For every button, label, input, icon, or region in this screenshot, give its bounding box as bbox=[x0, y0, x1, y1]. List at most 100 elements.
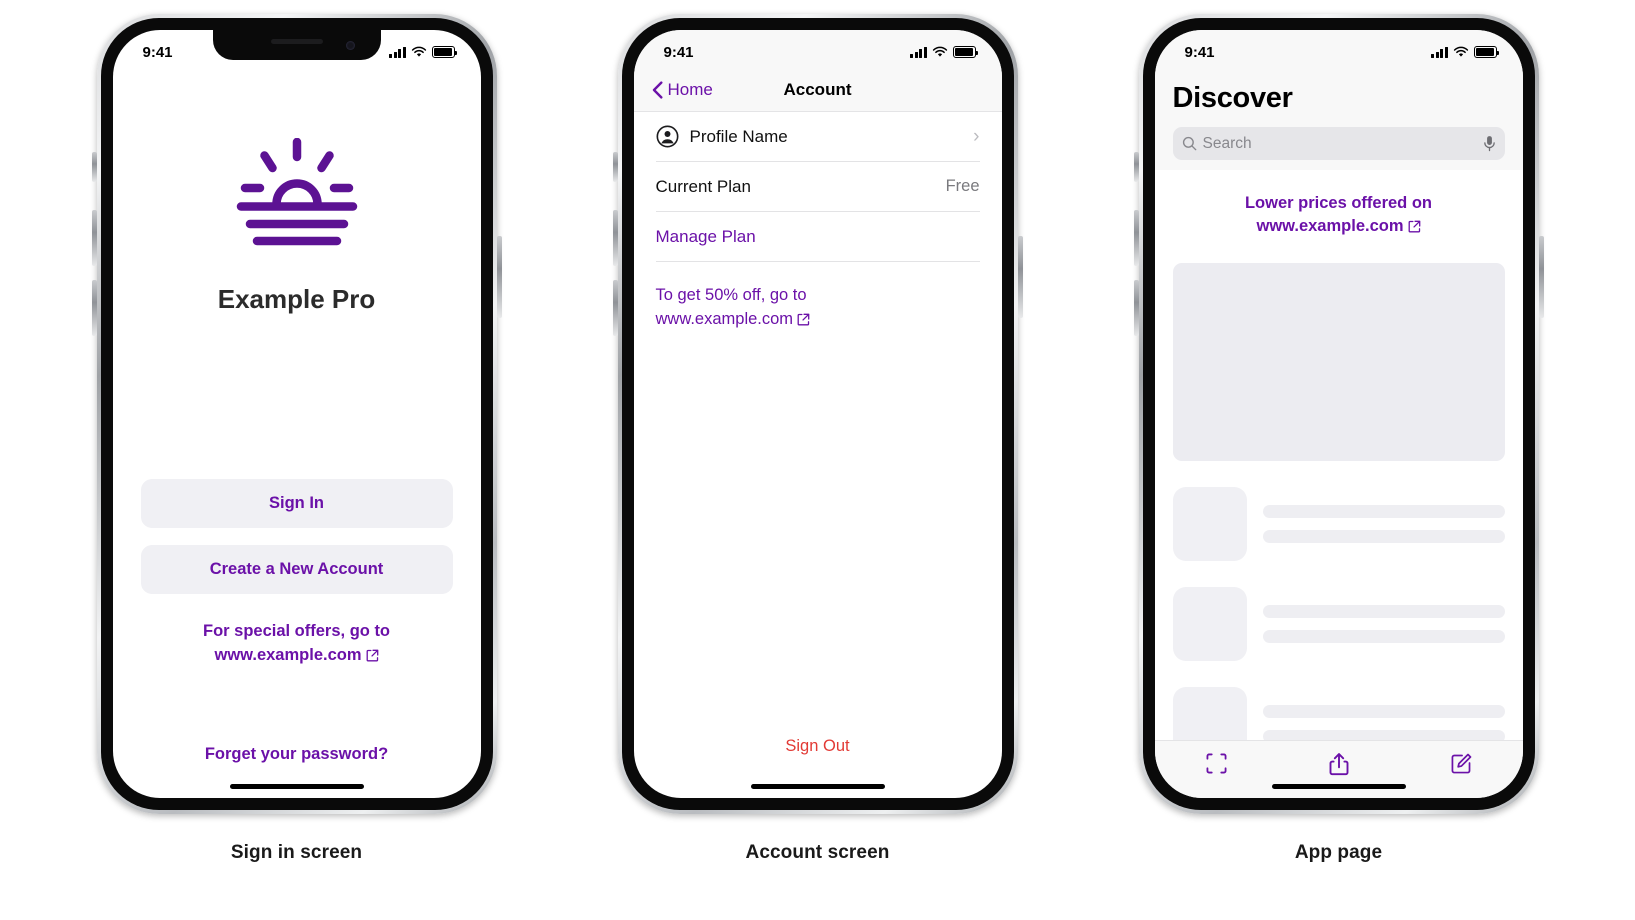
offer-link[interactable]: www.example.com bbox=[214, 646, 361, 664]
text-placeholder-line bbox=[1262, 729, 1505, 740]
thumbnail-placeholder bbox=[1172, 686, 1247, 740]
screen-account: 9:41 Home Account Profile Name › Current… bbox=[633, 30, 1002, 798]
screenshot-root: 9:41 Example Pro Sign In Create a New Ac… bbox=[0, 0, 1635, 920]
external-link-icon bbox=[797, 310, 810, 334]
promo-line-1: Lower prices offered on bbox=[1244, 194, 1433, 212]
battery-full-icon bbox=[952, 46, 978, 58]
volume-down-button[interactable] bbox=[1133, 280, 1139, 336]
home-indicator[interactable] bbox=[750, 784, 885, 789]
sign-in-content: Example Pro Sign In Create a New Account… bbox=[113, 68, 481, 798]
text-placeholder-line bbox=[1262, 604, 1505, 618]
search-bar[interactable]: Search bbox=[1172, 127, 1505, 160]
person-circle-icon bbox=[656, 125, 679, 148]
promo-link[interactable]: www.example.com bbox=[1256, 217, 1403, 235]
list-item-label: Profile Name bbox=[689, 126, 788, 146]
list-item-manage-plan[interactable]: Manage Plan bbox=[655, 212, 980, 262]
signal-bars-icon bbox=[389, 46, 406, 58]
list-item-current-plan[interactable]: Current Plan Free bbox=[655, 162, 980, 212]
text-placeholder-line bbox=[1262, 704, 1505, 718]
text-placeholder-group bbox=[1262, 604, 1505, 643]
status-time: 9:41 bbox=[1184, 43, 1215, 61]
device-frame: 9:41 Discover Search Lower prices offere… bbox=[1133, 14, 1544, 814]
forgot-password-link[interactable]: Forget your password? bbox=[141, 745, 453, 764]
volume-down-button[interactable] bbox=[612, 280, 618, 336]
status-indicators bbox=[1431, 46, 1499, 58]
chevron-left-icon bbox=[652, 80, 662, 99]
scan-icon bbox=[1206, 753, 1226, 774]
list-item-profile[interactable]: Profile Name › bbox=[655, 112, 980, 162]
compose-icon bbox=[1451, 753, 1471, 774]
phone-mockup-app-page: 9:41 Discover Search Lower prices offere… bbox=[1124, 14, 1554, 864]
power-button[interactable] bbox=[1538, 236, 1544, 318]
volume-up-button[interactable] bbox=[1133, 210, 1139, 266]
signal-bars-icon bbox=[910, 46, 927, 58]
list-item[interactable] bbox=[1172, 586, 1505, 661]
sign-in-button[interactable]: Sign In bbox=[140, 479, 453, 529]
special-offers-text: For special offers, go to www.example.co… bbox=[141, 620, 453, 669]
list-item[interactable] bbox=[1172, 486, 1505, 561]
thumbnail-placeholder bbox=[1172, 586, 1247, 661]
wifi-icon bbox=[932, 46, 947, 57]
list-item-label: Manage Plan bbox=[655, 226, 756, 246]
share-icon bbox=[1329, 752, 1348, 775]
hero-placeholder-card[interactable] bbox=[1172, 262, 1505, 461]
device-bezel: 9:41 bbox=[100, 18, 493, 810]
offer-line-1: For special offers, go to bbox=[202, 622, 391, 641]
discover-content: Lower prices offered on www.example.com bbox=[1154, 170, 1523, 740]
text-placeholder-line bbox=[1262, 629, 1505, 643]
auth-buttons: Sign In Create a New Account For special… bbox=[140, 479, 453, 669]
volume-down-button[interactable] bbox=[91, 280, 97, 336]
signal-bars-icon bbox=[1431, 46, 1448, 58]
create-account-button[interactable]: Create a New Account bbox=[140, 545, 453, 595]
text-placeholder-line bbox=[1262, 504, 1505, 518]
mute-switch[interactable] bbox=[91, 152, 97, 182]
screen-sign-in: 9:41 Example Pro Sign In Create a New Ac… bbox=[112, 30, 481, 798]
scan-button[interactable] bbox=[1196, 749, 1237, 778]
status-bar: 9:41 bbox=[1154, 30, 1523, 68]
mute-switch[interactable] bbox=[612, 152, 618, 182]
sign-out-button[interactable]: Sign Out bbox=[634, 737, 1002, 756]
external-link-icon bbox=[1408, 217, 1421, 240]
text-placeholder-line bbox=[1262, 529, 1505, 543]
share-button[interactable] bbox=[1319, 748, 1359, 780]
volume-up-button[interactable] bbox=[612, 210, 618, 266]
discover-header: Discover Search bbox=[1154, 68, 1523, 170]
search-input[interactable]: Search bbox=[1203, 135, 1477, 153]
search-icon bbox=[1182, 136, 1196, 151]
caption-account: Account screen bbox=[745, 842, 890, 863]
status-time: 9:41 bbox=[663, 43, 694, 61]
status-bar: 9:41 bbox=[113, 30, 481, 68]
power-button[interactable] bbox=[496, 236, 502, 318]
status-bar: 9:41 bbox=[633, 30, 1002, 68]
device-frame: 9:41 bbox=[91, 14, 502, 814]
compose-button[interactable] bbox=[1441, 749, 1482, 778]
list-item-value: Free bbox=[945, 177, 980, 195]
thumbnail-placeholder bbox=[1172, 486, 1247, 561]
app-logo bbox=[141, 138, 453, 250]
text-placeholder-group bbox=[1262, 504, 1505, 543]
external-link-icon bbox=[366, 646, 379, 669]
back-button-label: Home bbox=[667, 79, 713, 99]
phone-mockup-account: 9:41 Home Account Profile Name › Current… bbox=[603, 14, 1033, 864]
device-bezel: 9:41 bbox=[621, 18, 1014, 810]
status-indicators bbox=[910, 46, 978, 58]
power-button[interactable] bbox=[1017, 236, 1023, 318]
promo-text: To get 50% off, go to www.example.com bbox=[656, 284, 980, 334]
screen-discover: 9:41 Discover Search Lower prices offere… bbox=[1154, 30, 1523, 798]
page-title: Discover bbox=[1172, 82, 1293, 114]
microphone-icon[interactable] bbox=[1483, 135, 1496, 152]
caption-sign-in: Sign in screen bbox=[230, 842, 363, 863]
wifi-icon bbox=[411, 46, 426, 57]
list-item[interactable] bbox=[1172, 686, 1505, 740]
home-indicator[interactable] bbox=[1271, 784, 1406, 789]
back-button[interactable]: Home bbox=[652, 80, 713, 100]
home-indicator[interactable] bbox=[229, 784, 364, 789]
battery-full-icon bbox=[1473, 46, 1499, 58]
promo-line-1: To get 50% off, go to bbox=[655, 286, 807, 304]
mute-switch[interactable] bbox=[1133, 152, 1139, 182]
text-placeholder-group bbox=[1262, 704, 1505, 740]
status-time: 9:41 bbox=[142, 43, 173, 61]
promo-link[interactable]: www.example.com bbox=[656, 310, 794, 328]
volume-up-button[interactable] bbox=[91, 210, 97, 266]
